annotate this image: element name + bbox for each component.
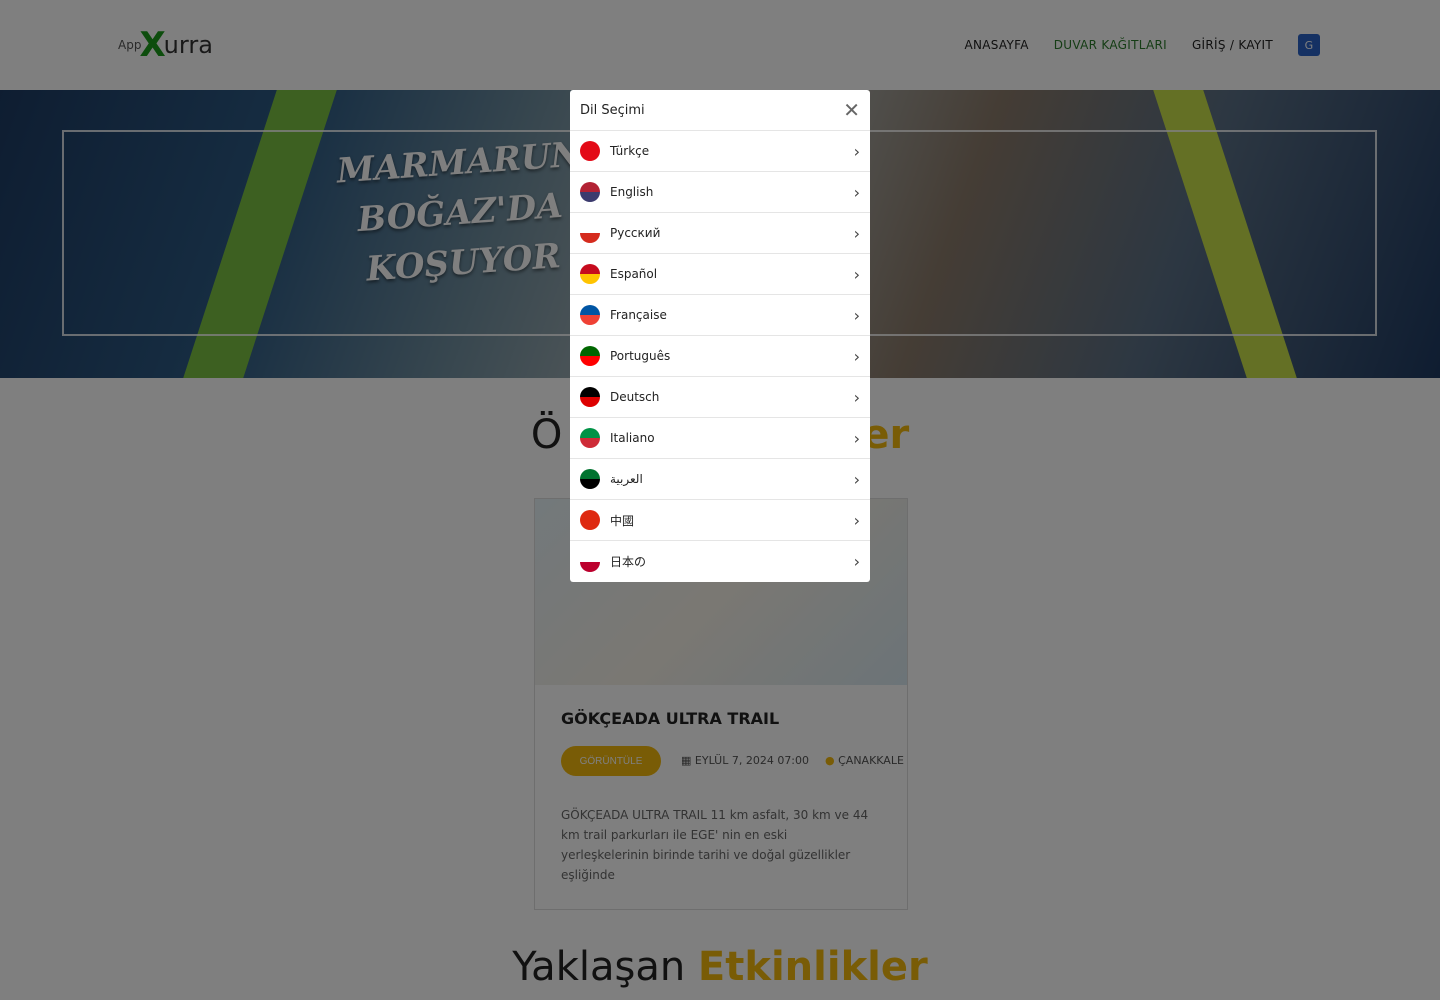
flag-icon	[580, 305, 600, 325]
modal-header: Dil Seçimi ✕	[570, 90, 870, 131]
language-option[interactable]: Italiano ›	[570, 418, 870, 459]
chevron-right-icon: ›	[853, 428, 860, 448]
chevron-right-icon: ›	[853, 182, 860, 202]
chevron-right-icon: ›	[853, 305, 860, 325]
language-label: Português	[610, 349, 671, 363]
chevron-right-icon: ›	[853, 346, 860, 366]
language-option[interactable]: 中國 ›	[570, 500, 870, 541]
flag-icon	[580, 510, 600, 530]
chevron-right-icon: ›	[853, 552, 860, 571]
flag-icon	[580, 182, 600, 202]
language-option[interactable]: Português ›	[570, 336, 870, 377]
language-option[interactable]: Español ›	[570, 254, 870, 295]
chevron-right-icon: ›	[853, 469, 860, 489]
language-label: العربية	[610, 472, 643, 486]
language-label: 中國	[610, 513, 635, 528]
language-option[interactable]: Русский ›	[570, 213, 870, 254]
flag-icon	[580, 346, 600, 366]
chevron-right-icon: ›	[853, 141, 860, 161]
language-label: Deutsch	[610, 390, 660, 404]
chevron-right-icon: ›	[853, 387, 860, 407]
flag-icon	[580, 141, 600, 161]
language-label: Español	[610, 267, 658, 281]
chevron-right-icon: ›	[853, 223, 860, 243]
language-option[interactable]: 日本の ›	[570, 541, 870, 582]
chevron-right-icon: ›	[853, 510, 860, 530]
flag-icon	[580, 551, 600, 572]
flag-icon	[580, 428, 600, 448]
language-label: Italiano	[610, 431, 655, 445]
language-option[interactable]: Deutsch ›	[570, 377, 870, 418]
language-option[interactable]: Française ›	[570, 295, 870, 336]
language-option[interactable]: Türkçe ›	[570, 131, 870, 172]
language-label: 日本の	[610, 555, 647, 569]
language-option[interactable]: English ›	[570, 172, 870, 213]
language-label: Русский	[610, 226, 661, 240]
flag-icon	[580, 223, 600, 243]
language-label: Türkçe	[610, 144, 650, 158]
language-label: English	[610, 185, 654, 199]
flag-icon	[580, 469, 600, 489]
chevron-right-icon: ›	[853, 264, 860, 284]
language-modal: Dil Seçimi ✕ Türkçe › English › Русский › Espa…	[570, 90, 870, 582]
flag-icon	[580, 264, 600, 284]
close-icon[interactable]: ✕	[843, 98, 860, 123]
language-label: Française	[610, 308, 667, 322]
flag-icon	[580, 387, 600, 407]
language-list: Türkçe › English › Русский › Español › Française…	[570, 131, 870, 582]
modal-title: Dil Seçimi	[580, 102, 645, 118]
language-option[interactable]: العربية ›	[570, 459, 870, 500]
